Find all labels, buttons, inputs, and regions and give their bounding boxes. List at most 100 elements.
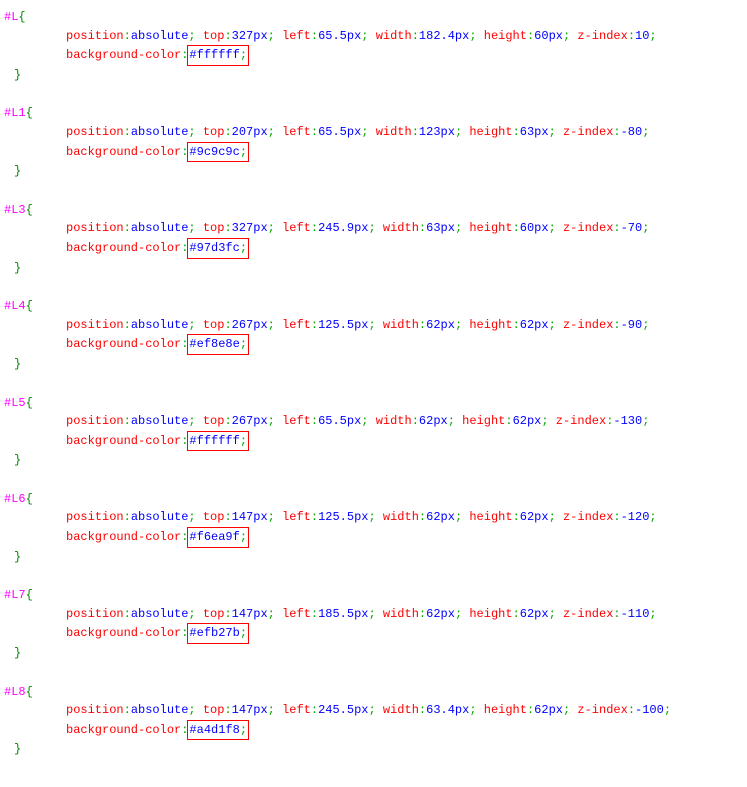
declaration-line: background-color:#ef8e8e; bbox=[66, 334, 726, 355]
property: z-index bbox=[563, 221, 613, 235]
value: #ffffff bbox=[189, 48, 239, 62]
value: absolute bbox=[131, 414, 189, 428]
css-rule: #L{position:absolute; top:327px; left:65… bbox=[4, 8, 743, 84]
open-brace: { bbox=[26, 492, 33, 506]
colon: : bbox=[124, 510, 131, 524]
colon: : bbox=[224, 29, 231, 43]
selector: #L5 bbox=[4, 396, 26, 410]
semicolon: ; bbox=[240, 145, 247, 159]
property: height bbox=[484, 29, 527, 43]
property: width bbox=[376, 125, 412, 139]
highlight-box: #f6ea9f; bbox=[187, 527, 249, 548]
value: -80 bbox=[621, 125, 643, 139]
property: top bbox=[203, 510, 225, 524]
value: -110 bbox=[621, 607, 650, 621]
selector: #L7 bbox=[4, 588, 26, 602]
css-rule: #L6{position:absolute; top:147px; left:1… bbox=[4, 490, 743, 566]
semicolon: ; bbox=[649, 607, 656, 621]
selector-line: #L{ bbox=[4, 8, 743, 27]
property: left bbox=[282, 221, 311, 235]
semicolon: ; bbox=[455, 607, 462, 621]
declarations: position:absolute; top:147px; left:185.5… bbox=[4, 605, 726, 644]
declaration-line: position:absolute; top:147px; left:245.5… bbox=[66, 701, 726, 720]
value: absolute bbox=[131, 125, 189, 139]
property: left bbox=[282, 510, 311, 524]
value: 267px bbox=[232, 318, 268, 332]
semicolon: ; bbox=[649, 29, 656, 43]
colon: : bbox=[613, 125, 620, 139]
selector-line: #L3{ bbox=[4, 201, 743, 220]
colon: : bbox=[419, 703, 426, 717]
declaration-line: background-color:#a4d1f8; bbox=[66, 720, 726, 741]
semicolon: ; bbox=[541, 414, 548, 428]
css-rule: #L5{position:absolute; top:267px; left:6… bbox=[4, 394, 743, 470]
property: background-color bbox=[66, 434, 181, 448]
semicolon: ; bbox=[642, 221, 649, 235]
value: absolute bbox=[131, 510, 189, 524]
semicolon: ; bbox=[455, 510, 462, 524]
css-code-block: #L{position:absolute; top:327px; left:65… bbox=[4, 8, 743, 759]
property: top bbox=[203, 29, 225, 43]
colon: : bbox=[513, 318, 520, 332]
property: left bbox=[282, 29, 311, 43]
property: position bbox=[66, 414, 124, 428]
property: top bbox=[203, 703, 225, 717]
value: 63px bbox=[520, 125, 549, 139]
property: z-index bbox=[556, 414, 606, 428]
semicolon: ; bbox=[188, 29, 195, 43]
colon: : bbox=[124, 29, 131, 43]
property: height bbox=[469, 125, 512, 139]
value: 245.9px bbox=[318, 221, 368, 235]
value: 62px bbox=[520, 607, 549, 621]
property: top bbox=[203, 607, 225, 621]
colon: : bbox=[124, 607, 131, 621]
declaration-line: background-color:#ffffff; bbox=[66, 431, 726, 452]
property: width bbox=[376, 414, 412, 428]
semicolon: ; bbox=[240, 48, 247, 62]
open-brace: { bbox=[26, 299, 33, 313]
semicolon: ; bbox=[642, 414, 649, 428]
property: left bbox=[282, 318, 311, 332]
declarations: position:absolute; top:267px; left:65.5p… bbox=[4, 412, 726, 451]
close-brace: } bbox=[4, 644, 743, 663]
semicolon: ; bbox=[268, 221, 275, 235]
semicolon: ; bbox=[240, 626, 247, 640]
close-brace: } bbox=[4, 548, 743, 567]
property: left bbox=[282, 607, 311, 621]
semicolon: ; bbox=[240, 241, 247, 255]
declaration-line: position:absolute; top:207px; left:65.5p… bbox=[66, 123, 726, 142]
value: 62px bbox=[426, 318, 455, 332]
semicolon: ; bbox=[448, 414, 455, 428]
property: width bbox=[383, 703, 419, 717]
colon: : bbox=[613, 221, 620, 235]
open-brace: { bbox=[26, 203, 33, 217]
value: 62px bbox=[520, 318, 549, 332]
value: #f6ea9f bbox=[189, 530, 239, 544]
value: absolute bbox=[131, 607, 189, 621]
value: 63px bbox=[426, 221, 455, 235]
colon: : bbox=[124, 221, 131, 235]
value: absolute bbox=[131, 221, 189, 235]
declaration-line: position:absolute; top:267px; left:65.5p… bbox=[66, 412, 726, 431]
semicolon: ; bbox=[240, 530, 247, 544]
property: position bbox=[66, 125, 124, 139]
colon: : bbox=[311, 125, 318, 139]
colon: : bbox=[224, 221, 231, 235]
property: width bbox=[383, 318, 419, 332]
property: left bbox=[282, 703, 311, 717]
semicolon: ; bbox=[240, 723, 247, 737]
colon: : bbox=[613, 607, 620, 621]
selector-line: #L8{ bbox=[4, 683, 743, 702]
colon: : bbox=[124, 318, 131, 332]
colon: : bbox=[412, 125, 419, 139]
declaration-line: background-color:#efb27b; bbox=[66, 623, 726, 644]
value: 63.4px bbox=[426, 703, 469, 717]
semicolon: ; bbox=[240, 434, 247, 448]
value: 65.5px bbox=[318, 29, 361, 43]
value: absolute bbox=[131, 29, 189, 43]
declarations: position:absolute; top:207px; left:65.5p… bbox=[4, 123, 726, 162]
value: 10 bbox=[635, 29, 649, 43]
semicolon: ; bbox=[268, 703, 275, 717]
semicolon: ; bbox=[455, 221, 462, 235]
colon: : bbox=[224, 703, 231, 717]
